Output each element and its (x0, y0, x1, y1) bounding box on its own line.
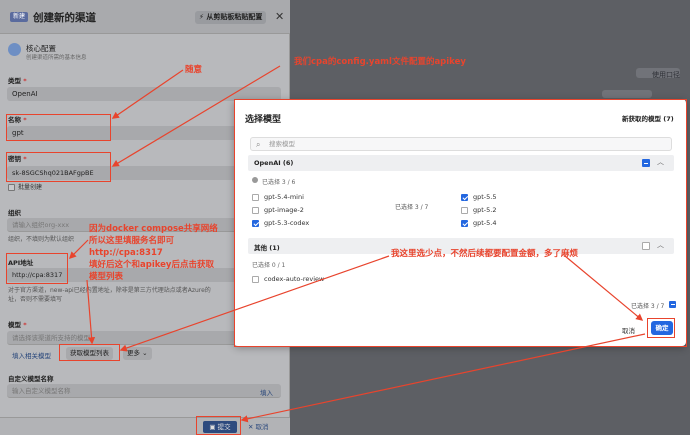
import-clipboard-label: 从剪贴板粘贴配置 (206, 13, 263, 21)
more-button[interactable]: 更多 ⌄ (123, 347, 152, 360)
fill-related-models-button[interactable]: 填入相关模型 (12, 350, 51, 360)
annotation-select-few: 我这里选少点，不然后续都要配置金额，多了麻烦 (391, 249, 579, 259)
annotation-box-api (6, 253, 68, 284)
background-control (602, 90, 652, 98)
model-placeholder: 请选择该渠道所支持的模型 (12, 334, 90, 342)
annotation-docker-line-3: http://cpa:8317 (89, 248, 163, 258)
chevron-down-icon: ⌄ (142, 349, 148, 357)
close-icon[interactable]: ✕ (275, 10, 284, 23)
more-label: 更多 (127, 349, 140, 357)
cancel-button[interactable]: ✕ 取消 (248, 421, 269, 433)
annotation-box-confirm (647, 318, 675, 338)
model-label: 模型 * (8, 321, 27, 329)
model-label-text: 模型 (8, 321, 21, 329)
org-label: 组织 (8, 209, 21, 217)
background-text: 使用口径 (652, 71, 680, 79)
annotation-box-key (6, 152, 111, 182)
api-hint-line-2: 址，否则不需要填写 (8, 296, 63, 303)
annotation-docker-line-2: 所以这里填服务名即可 (89, 236, 175, 246)
cancel-label: 取消 (255, 423, 269, 431)
new-tag: 新建 (10, 12, 28, 22)
close-icon: ✕ (248, 423, 254, 431)
core-config-icon (8, 43, 21, 56)
annotation-box-modal (234, 99, 687, 347)
batch-create-checkbox[interactable] (8, 184, 15, 191)
import-clipboard-button[interactable]: ⚡ 从剪贴板粘贴配置 (195, 11, 267, 24)
custom-model-label: 自定义模型名称 (8, 375, 54, 383)
core-config-subtitle: 创建渠道所需的基本信息 (26, 55, 87, 61)
annotation-docker-line-1: 因为docker compose共享网络 (89, 224, 218, 234)
annotation-docker-line-4: 填好后这个和apikey后点击获取 (89, 260, 214, 270)
panel-footer (0, 417, 290, 435)
panel-title: 创建新的渠道 (33, 12, 96, 24)
fill-custom-button[interactable]: 填入 (260, 387, 273, 397)
batch-create-label: 批量创建 (18, 184, 43, 191)
org-hint: 组织，不填则为默认组织 (8, 236, 75, 243)
custom-model-placeholder: 输入自定义模型名称 (12, 387, 71, 395)
custom-model-input[interactable]: 输入自定义模型名称 (7, 384, 281, 398)
type-label: 类型 * (8, 77, 27, 85)
annotation-docker-line-5: 模型列表 (89, 272, 124, 282)
type-value: OpenAI (12, 90, 38, 98)
org-placeholder: 请输入组织org-xxx (12, 221, 70, 229)
annotation-box-fetch (59, 344, 120, 361)
annotation-apikey: 我们cpa的config.yaml文件配置的apikey (294, 57, 466, 67)
annotation-box-submit (196, 416, 241, 435)
api-hint-line-1: 对于官方渠道，new-api已经内置地址，除非是第三方代理站点或者Azure的 (8, 287, 211, 294)
type-label-text: 类型 (8, 77, 21, 85)
annotation-casual: 随意 (185, 65, 203, 75)
annotation-box-name (6, 114, 111, 141)
